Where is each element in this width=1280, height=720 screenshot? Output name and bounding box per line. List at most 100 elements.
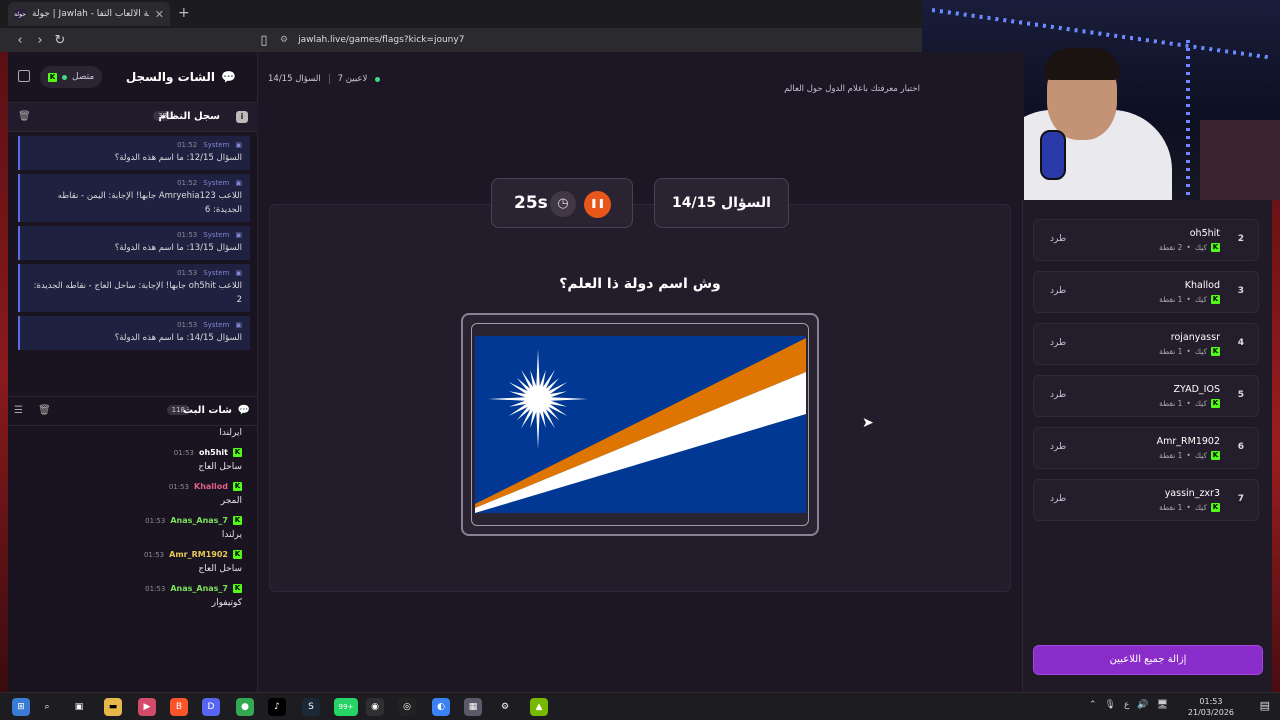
address-bar[interactable]: ⚙ jawlah.live/games/flags?kick=jouny7 [280, 31, 920, 49]
clock[interactable]: 01:53 21/03/2026 [1188, 696, 1234, 718]
system-message-meta: ▣ System 01:52 [28, 179, 242, 187]
kick-icon: K [233, 584, 242, 593]
system-sender: System [203, 231, 230, 239]
browser-icon[interactable]: ◐ [432, 698, 450, 716]
player-card: 3 Khallod K كيك • 1 نقطة طرد [1033, 271, 1259, 313]
system-log-list[interactable]: ▣ System 01:52 السؤال 12/15: ما اسم هذه الد… [18, 136, 250, 380]
task-view-icon[interactable]: ▣ [70, 698, 88, 716]
system-message-meta: ▣ System 01:53 [28, 269, 242, 277]
question-text: وش اسم دولة ذا العلم؟ [559, 276, 721, 292]
tiktok-icon[interactable]: ♪ [268, 698, 286, 716]
kick-player-button[interactable]: طرد [1050, 442, 1066, 452]
sidebar-header: K متصل الشات والسجل 💬 [8, 62, 258, 94]
brave-browser-icon[interactable]: B [170, 698, 188, 716]
nvidia-icon[interactable]: ▲ [530, 698, 548, 716]
connection-label: متصل [72, 72, 95, 82]
stream-chat-header[interactable]: ☰ 🗑 118 شات البث 💬 [8, 396, 258, 426]
windows-start-icon[interactable]: ⊞ [12, 698, 30, 716]
mouse-cursor: ➤ [862, 415, 874, 431]
players-online: 7 لاعبين [337, 74, 368, 84]
kick-icon: K [233, 482, 242, 491]
timer-pill: 25s ◷ ❚❚ [491, 178, 633, 228]
player-name: Amr_RM1902 [1156, 436, 1220, 447]
media-player-icon[interactable]: ▶ [138, 698, 156, 716]
collapse-panel-icon[interactable] [18, 70, 30, 82]
search-icon[interactable]: ⌕ [38, 698, 56, 716]
separator-dot: • [1186, 451, 1191, 460]
whatsapp-icon[interactable]: 99+ [334, 698, 358, 716]
question-number-pill: السؤال 14/15 [654, 178, 789, 228]
system-log-header[interactable]: 🗑 38 سجل النظام i [8, 102, 258, 132]
settings-icon[interactable]: ⚙ [496, 698, 514, 716]
status-dot [62, 74, 67, 80]
microphone-icon[interactable]: 🎙 [1105, 700, 1116, 710]
taskbar: ⊞ ⌕ ▣ ▬ ▶ B D ● ♪ S 99+ ◉ ◎ ◐ ▦ ⚙ ▲ ⌃ 🎙 … [0, 692, 1280, 720]
kick-icon: K [1211, 503, 1220, 512]
stream-chat-title: شات البث [183, 405, 232, 416]
site-favicon: جولة [14, 9, 26, 19]
kick-icon: K [1211, 399, 1220, 408]
chat-message-text: يرلندا [221, 530, 242, 540]
new-tab-icon[interactable]: + [178, 5, 190, 21]
close-tab-icon[interactable]: ✕ [155, 8, 164, 21]
kick-player-button[interactable]: طرد [1050, 390, 1066, 400]
clock-icon: ◷ [550, 191, 576, 217]
trash-icon[interactable]: 🗑 [18, 111, 31, 122]
browser-tab[interactable]: جولة جولة | Jawlah - منصة الألعاب التفا … [8, 2, 170, 26]
system-message-time: 01:52 [177, 179, 198, 187]
volume-icon[interactable]: 🔊 [1137, 700, 1148, 710]
kick-player-button[interactable]: طرد [1050, 286, 1066, 296]
separator-dot: • [1186, 347, 1191, 356]
chat-message: أيرلندا [8, 428, 242, 438]
reload-icon[interactable]: ↻ [50, 33, 70, 48]
system-message-time: 01:53 [177, 231, 198, 239]
player-card: 5 ZYAD_IOS K كيك • 1 نقطة طرد [1033, 375, 1259, 417]
stream-chat-list[interactable]: أيرلندا Koh5hit 01:53 ساحل العاج K Khallod 01:… [8, 428, 248, 678]
forward-icon[interactable]: › [30, 33, 50, 48]
back-icon[interactable]: ‹ [10, 33, 30, 48]
network-icon[interactable]: 🖥 [1157, 700, 1168, 710]
chevron-up-icon[interactable]: ⌃ [1089, 700, 1097, 710]
system-message: ▣ System 01:53 السؤال 13/15: ما اسم هذه الد… [18, 226, 250, 260]
chat-username[interactable]: Anas_Anas_7 [170, 584, 228, 593]
notification-icon[interactable]: ▤ [1260, 699, 1270, 712]
kick-player-button[interactable]: طرد [1050, 234, 1066, 244]
file-explorer-icon[interactable]: ▬ [104, 698, 122, 716]
app-icon[interactable]: ◎ [398, 698, 416, 716]
game-info: السؤال 14/15 7 لاعبين [268, 74, 381, 84]
photos-icon[interactable]: ▦ [464, 698, 482, 716]
chat-username[interactable]: Amr_RM1902 [169, 550, 228, 559]
chat-username[interactable]: oh5hit [199, 448, 228, 457]
chat-username[interactable]: Khallod [194, 482, 228, 491]
pause-button[interactable]: ❚❚ [584, 191, 611, 218]
trash-icon[interactable]: 🗑 [38, 405, 51, 416]
kick-icon: K [1211, 295, 1220, 304]
player-points: 1 نقطة [1159, 347, 1183, 356]
filter-icon[interactable]: ☰ [14, 405, 23, 416]
player-meta: K كيك • 2 نقطة [1159, 243, 1220, 252]
chat-message-meta: K Khallod 01:53 [8, 482, 242, 491]
kick-icon: K [1211, 243, 1220, 252]
system-log-title: سجل النظام [158, 111, 220, 122]
system-tray[interactable]: ⌃ 🎙 ع 🔊 🖥 [1089, 700, 1168, 710]
chat-message: K Amr_RM1902 01:53 ساحل العاج [8, 550, 242, 574]
player-name: rojanyassr [1170, 332, 1220, 343]
site-info-icon[interactable]: ⚙ [280, 35, 288, 45]
sidebar-title-text: الشات والسجل [125, 70, 216, 84]
player-meta: K كيك • 1 نقطة [1159, 347, 1220, 356]
player-platform: كيك [1194, 347, 1207, 356]
system-sender: System [203, 321, 230, 329]
kick-player-button[interactable]: طرد [1050, 494, 1066, 504]
remove-all-players-button[interactable]: إزالة جميع اللاعبين [1033, 645, 1263, 675]
language-indicator[interactable]: ع [1124, 700, 1129, 710]
discord-icon[interactable]: D [202, 698, 220, 716]
kick-player-button[interactable]: طرد [1050, 338, 1066, 348]
obs-icon[interactable]: ◉ [366, 698, 384, 716]
chat-message-text: كوتيفوار [211, 598, 242, 608]
bookmark-icon[interactable]: ▯ [254, 33, 274, 48]
steam-icon[interactable]: S [302, 698, 320, 716]
chrome-icon[interactable]: ● [236, 698, 254, 716]
system-message-meta: ▣ System 01:53 [28, 321, 242, 329]
chat-username[interactable]: Anas_Anas_7 [170, 516, 228, 525]
chat-message-text: ساحل العاج [198, 462, 242, 472]
